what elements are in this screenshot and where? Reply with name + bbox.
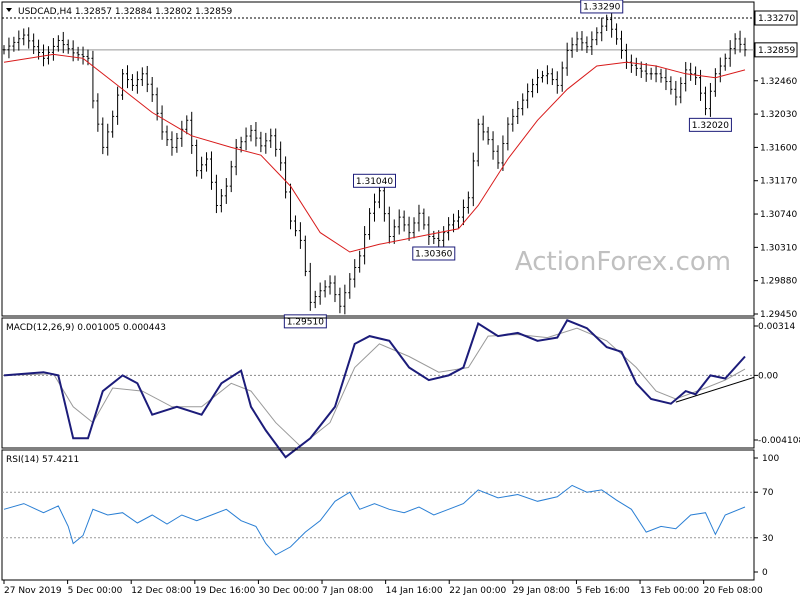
- price-panel-title: USDCAD,H4 1.32857 1.32884 1.32802 1.3285…: [18, 7, 233, 17]
- annotation-label: 1.30360: [415, 249, 452, 259]
- watermark: ActionForex.com: [515, 247, 731, 277]
- time-tick-label: 27 Nov 2019: [4, 586, 62, 596]
- annotation-label: 1.31040: [356, 177, 393, 187]
- price-tick-label: 1.31600: [760, 143, 797, 153]
- time-tick-label: 5 Dec 00:00: [68, 586, 123, 596]
- time-tick-label: 13 Feb 00:00: [640, 586, 699, 596]
- macd-panel-title: MACD(12,26,9) 0.001005 0.000443: [6, 323, 166, 333]
- time-tick-label: 30 Dec 00:00: [258, 586, 319, 596]
- rsi-tick-label: 70: [762, 488, 774, 498]
- chart-root: USDCAD,H4 1.32857 1.32884 1.32802 1.3285…: [0, 0, 800, 600]
- macd-tick-label: -0.004108: [758, 436, 800, 446]
- annotation-label: 1.29510: [287, 317, 324, 327]
- time-tick-label: 5 Feb 16:00: [576, 586, 630, 596]
- rsi-panel-title: RSI(14) 57.4211: [6, 455, 79, 465]
- annotation-label: 1.33290: [583, 2, 620, 12]
- price-tick-label: 1.32460: [760, 77, 797, 87]
- time-tick-label: 12 Dec 08:00: [131, 586, 192, 596]
- macd-tick-label: 0.00314: [758, 322, 795, 332]
- background: [0, 0, 800, 600]
- top-level-price-label: 1.33270: [758, 14, 795, 24]
- price-tick-label: 1.31170: [760, 177, 797, 187]
- time-tick-label: 20 Feb 08:00: [704, 586, 763, 596]
- time-tick-label: 7 Jan 08:00: [322, 586, 374, 596]
- time-tick-label: 19 Dec 16:00: [195, 586, 256, 596]
- price-tick-label: 1.30310: [760, 243, 797, 253]
- time-tick-label: 22 Jan 00:00: [449, 586, 506, 596]
- current-price-label: 1.32859: [758, 46, 795, 56]
- time-tick-label: 29 Jan 08:00: [513, 586, 570, 596]
- rsi-tick-label: 100: [762, 454, 779, 464]
- rsi-tick-label: 0: [762, 568, 768, 578]
- price-tick-label: 1.29880: [760, 277, 797, 287]
- price-tick-label: 1.29450: [760, 310, 797, 320]
- macd-tick-label: 0.00: [758, 371, 778, 381]
- time-tick-label: 14 Jan 16:00: [386, 586, 443, 596]
- rsi-tick-label: 30: [762, 534, 774, 544]
- price-tick-label: 1.30740: [760, 210, 797, 220]
- annotation-label: 1.32020: [692, 121, 729, 131]
- price-tick-label: 1.32030: [760, 110, 797, 120]
